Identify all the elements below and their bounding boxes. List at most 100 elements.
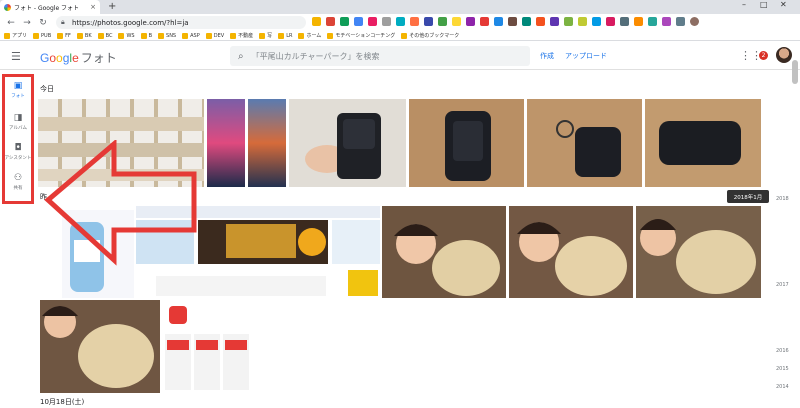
address-bar[interactable]: 🔒︎ https://photos.google.com/?hl=ja — [56, 16, 306, 29]
photo-thumbnail-phone-screen-2[interactable] — [248, 99, 286, 187]
folder-icon — [33, 32, 40, 39]
bookmark-item[interactable]: その他のブックマーク — [401, 32, 459, 39]
annotation-arrow — [44, 140, 197, 266]
extension-icon[interactable] — [578, 17, 587, 26]
extension-icon[interactable] — [508, 17, 517, 26]
photo-thumbnail-girl-rice-bag-2[interactable] — [509, 206, 633, 298]
extension-icon[interactable] — [466, 17, 475, 26]
scrollbar-thumb[interactable] — [792, 60, 798, 84]
photo-thumbnail-pouch-in-hand[interactable] — [289, 99, 406, 187]
extension-icon[interactable] — [536, 17, 545, 26]
tab-title: フォト - Google フォト — [14, 4, 80, 12]
minimize-button[interactable]: – — [742, 0, 746, 9]
extension-icon[interactable] — [522, 17, 531, 26]
timeline-year-label[interactable]: 2018 — [776, 196, 789, 202]
upload-button[interactable]: アップロード — [565, 51, 607, 61]
photo-thumbnail-girl-rice-bag-1[interactable] — [382, 206, 506, 298]
folder-icon — [205, 32, 212, 39]
extension-icon[interactable] — [410, 17, 419, 26]
extension-icon[interactable] — [634, 17, 643, 26]
star-icon[interactable] — [312, 17, 321, 26]
tab-close-icon[interactable]: × — [90, 3, 96, 11]
browser-tab[interactable]: フォト - Google フォト × — [0, 0, 100, 14]
timeline-year-label[interactable]: 2016 — [776, 348, 789, 354]
bookmark-item[interactable]: WS — [118, 32, 135, 39]
extension-icon[interactable] — [662, 17, 671, 26]
photo-thumbnail-phone-screen-1[interactable] — [207, 99, 245, 187]
extension-icon[interactable] — [424, 17, 433, 26]
maximize-button[interactable]: □ — [760, 0, 768, 9]
hamburger-menu-icon[interactable]: ☰ — [11, 50, 21, 63]
photo-thumbnail-girl-rice-bag-3[interactable] — [636, 206, 761, 298]
bookmark-item[interactable]: 不動産 — [230, 32, 253, 39]
new-tab-button[interactable]: + — [108, 1, 116, 12]
avatar[interactable] — [776, 47, 792, 63]
bookmark-item[interactable]: FF — [57, 32, 71, 39]
photo-thumbnail-pouch-side[interactable] — [645, 99, 761, 187]
folder-icon — [259, 32, 266, 39]
browser-toolbar: ← → ↻ ⌂ 🔒︎ https://photos.google.com/?hl… — [0, 14, 800, 31]
timeline-year-label[interactable]: 2015 — [776, 366, 789, 372]
bookmarks-bar: アプリ PUB FF BK BC WS B SNS ASP DEV 不動産 写 … — [0, 31, 800, 41]
profile-avatar-icon[interactable] — [690, 17, 699, 26]
photo-thumbnail-pouch-on-table-2[interactable] — [527, 99, 642, 187]
timeline-year-label[interactable]: 2014 — [776, 384, 789, 390]
extension-icon[interactable] — [382, 17, 391, 26]
bookmark-item[interactable]: アプリ — [4, 32, 27, 39]
reload-icon[interactable]: ↻ — [38, 18, 48, 28]
extension-icon[interactable] — [564, 17, 573, 26]
extension-icon[interactable] — [494, 17, 503, 26]
extension-icon[interactable] — [438, 17, 447, 26]
folder-icon — [327, 32, 334, 39]
back-arrow-icon[interactable]: ← — [6, 18, 16, 28]
extension-icon[interactable] — [648, 17, 657, 26]
bookmark-item[interactable]: 写 — [259, 32, 272, 39]
photo-thumbnail-pouch-on-table-1[interactable] — [409, 99, 524, 187]
extension-icon[interactable] — [326, 17, 335, 26]
photo-thumbnail-app-screenshots[interactable] — [163, 300, 251, 393]
url-text: https://photos.google.com/?hl=ja — [72, 18, 189, 27]
girl-rice-bag-graphic — [40, 300, 160, 393]
girl-rice-bag-graphic — [382, 206, 506, 298]
folder-icon — [182, 32, 189, 39]
bookmark-item[interactable]: PUB — [33, 32, 51, 39]
extension-icon[interactable] — [396, 17, 405, 26]
lock-icon: 🔒︎ — [61, 18, 65, 26]
extension-icon[interactable] — [620, 17, 629, 26]
logo-photos-text: フォト — [80, 51, 117, 65]
extension-icon[interactable] — [452, 17, 461, 26]
extension-icon[interactable] — [606, 17, 615, 26]
bookmark-item[interactable]: SNS — [158, 32, 176, 39]
extension-icon[interactable] — [550, 17, 559, 26]
extension-icon[interactable] — [676, 17, 685, 26]
search-input[interactable]: ⌕ 「平尾山カルチャーパーク」を検索 — [230, 46, 530, 66]
extension-icon[interactable] — [368, 17, 377, 26]
forward-arrow-icon[interactable]: → — [22, 18, 32, 28]
google-photos-logo[interactable]: Google フォト — [40, 49, 117, 66]
extension-icon[interactable] — [354, 17, 363, 26]
bookmark-item[interactable]: DEV — [205, 32, 224, 39]
apps-grid-icon — [4, 32, 10, 39]
close-window-button[interactable]: ✕ — [780, 0, 787, 9]
search-placeholder: 「平尾山カルチャーパーク」を検索 — [251, 51, 380, 61]
extension-icon[interactable] — [340, 17, 349, 26]
create-button[interactable]: 作成 — [540, 51, 554, 61]
extension-icon[interactable] — [480, 17, 489, 26]
timeline-tooltip: 2018年1月 — [727, 190, 769, 203]
bookmark-item[interactable]: BC — [97, 32, 112, 39]
section-date-oct18: 10月18日(土) — [40, 398, 85, 406]
bookmark-item[interactable]: モチベーションコーチング — [327, 32, 395, 39]
girl-rice-bag-graphic — [509, 206, 633, 298]
bookmark-item[interactable]: BK — [76, 32, 92, 39]
bookmark-item[interactable]: LR — [278, 32, 292, 39]
notification-badge[interactable]: 2 — [759, 51, 768, 60]
bookmark-item[interactable]: ホーム — [298, 32, 321, 39]
folder-icon — [298, 32, 305, 39]
bookmark-item[interactable]: ASP — [182, 32, 200, 39]
pouch-with-clip-graphic — [527, 99, 642, 187]
timeline-year-label[interactable]: 2017 — [776, 282, 789, 288]
extension-icon[interactable] — [592, 17, 601, 26]
folder-icon — [230, 32, 237, 39]
bookmark-item[interactable]: B — [140, 32, 152, 39]
photo-thumbnail-girl-rice-bag-4[interactable] — [40, 300, 160, 393]
